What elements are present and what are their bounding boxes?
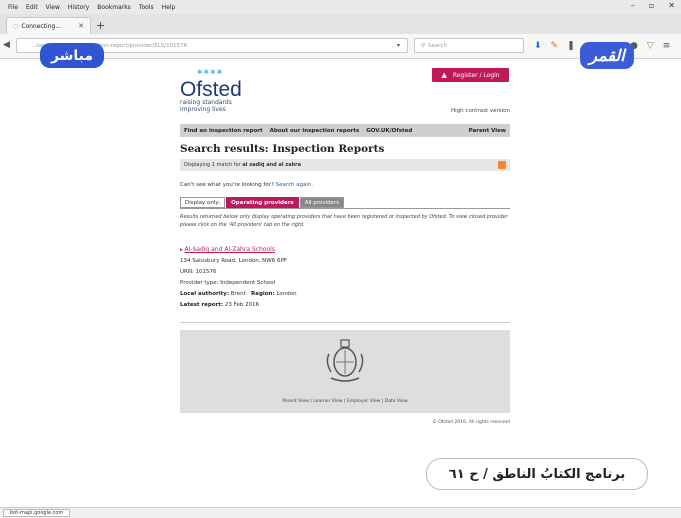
result-urn: URN: 101576	[180, 269, 217, 275]
menu-view[interactable]: View	[46, 4, 60, 11]
screen: File Edit View History Bookmarks Tools H…	[0, 0, 681, 518]
channel-logo: القمر	[580, 42, 634, 69]
status-url: bot-mapi.google.com	[3, 509, 71, 517]
region-value: London	[276, 291, 297, 297]
authority-label: Local authority:	[180, 291, 230, 297]
result-latest-line: Latest report: 23 Feb 2016	[180, 300, 297, 311]
browser-tab[interactable]: ◌ Connecting... ✕	[6, 17, 91, 34]
browser-tabbar: ◌ Connecting... ✕ +	[0, 14, 681, 34]
tagline-line-1: raising standards	[180, 99, 232, 106]
result-bullet-icon: ▸	[180, 247, 183, 253]
result-address: 134 Salusbury Road, London, NW6 6PF	[180, 258, 287, 264]
results-count: Displaying 1 match for	[184, 162, 241, 168]
tab-operating-providers[interactable]: Operating providers	[226, 197, 299, 208]
nav-gov-uk[interactable]: GOV.UK/Ofsted	[366, 128, 412, 134]
shield-icon[interactable]: ▽	[647, 41, 654, 51]
addon-icon[interactable]: ✎	[551, 41, 559, 51]
provider-tabs: Display only: Operating providers All pr…	[180, 197, 345, 208]
search-result: ▸ Al-Sadiq and Al-Zahra Schools 134 Salu…	[180, 244, 297, 311]
user-icon: ▲	[441, 71, 447, 79]
nav-parent-view[interactable]: Parent View	[469, 128, 506, 134]
browser-menubar: File Edit View History Bookmarks Tools H…	[0, 0, 681, 14]
new-tab-icon[interactable]: +	[96, 19, 105, 32]
search-again-line: Can't see what you're looking for? Searc…	[180, 182, 313, 188]
latest-label: Latest report:	[180, 302, 224, 308]
browser-statusbar: bot-mapi.google.com	[0, 507, 681, 518]
maximize-icon[interactable]: ▫	[649, 1, 654, 10]
minimize-icon[interactable]: –	[631, 1, 635, 10]
toolbar-icons: ⬇ ✎ ❚	[534, 41, 575, 51]
hamburger-menu-icon[interactable]: ≡	[663, 41, 671, 51]
tab-close-icon[interactable]: ✕	[78, 22, 84, 30]
toolbar-icons-right: ● ▽ ≡	[630, 41, 670, 51]
menu-bookmarks[interactable]: Bookmarks	[97, 4, 131, 11]
nav-find-report[interactable]: Find an inspection report	[184, 128, 263, 134]
content-divider	[180, 322, 510, 323]
menu-file[interactable]: File	[8, 4, 18, 11]
tagline-line-2: improving lives	[180, 106, 226, 113]
results-query: al sadiq and al zahra	[242, 162, 301, 168]
results-description: Results returned below only display oper…	[180, 214, 508, 228]
result-authority-line: Local authority: Brent Region: London	[180, 289, 297, 300]
main-nav: Find an inspection report About our insp…	[180, 124, 510, 137]
page-footer: Parent View | Learner View | Employer Vi…	[180, 330, 510, 413]
ofsted-tagline: raising standards improving lives	[180, 99, 240, 113]
register-label: Register / Login	[452, 71, 500, 79]
high-contrast-link[interactable]: High contrast version	[448, 108, 510, 114]
register-login-button[interactable]: ▲ Register / Login	[432, 68, 509, 82]
download-icon[interactable]: ⬇	[534, 41, 542, 51]
menu-edit[interactable]: Edit	[26, 4, 38, 11]
page-title: Search results: Inspection Reports	[180, 143, 385, 155]
program-caption: برنامج الكتابُ الناطق / ح ٦١	[426, 458, 648, 490]
search-again-link[interactable]: Search again.	[276, 182, 314, 188]
ofsted-stars-icon: ✶✶✶✶	[196, 68, 223, 78]
search-placeholder: Search	[428, 42, 447, 49]
menu-tools[interactable]: Tools	[139, 4, 154, 11]
back-icon[interactable]: ◀	[3, 40, 10, 50]
result-provider-type: Provider type: Independent School	[180, 280, 276, 286]
footer-links[interactable]: Parent View | Learner View | Employer Vi…	[180, 399, 510, 404]
result-name-link[interactable]: Al-Sadiq and Al-Zahra Schools	[185, 246, 275, 253]
menu-history[interactable]: History	[68, 4, 89, 11]
loading-icon: ◌	[13, 22, 19, 30]
nav-about-reports[interactable]: About our inspection reports	[270, 128, 360, 134]
region-label: Region:	[250, 291, 275, 297]
bookmark-icon[interactable]: ❚	[567, 41, 575, 51]
latest-value: 23 Feb 2016	[224, 302, 260, 308]
cant-see-text: Can't see what you're looking for?	[180, 182, 274, 188]
live-badge: مباشر	[40, 43, 104, 68]
tabs-divider	[180, 208, 510, 209]
authority-value: Brent	[230, 291, 246, 297]
rss-icon[interactable]	[498, 161, 506, 169]
search-input[interactable]: ⚲ Search	[414, 38, 524, 53]
close-icon[interactable]: ✕	[668, 1, 675, 10]
copyright-text: © Ofsted 2016. All rights reserved	[432, 420, 510, 425]
menu-help[interactable]: Help	[162, 4, 176, 11]
window-controls: – ▫ ✕	[631, 1, 675, 10]
tab-all-providers[interactable]: All providers	[299, 197, 345, 208]
results-summary-bar: Displaying 1 match for al sadiq and al z…	[180, 159, 510, 171]
tab-display-only: Display only:	[180, 197, 226, 208]
tab-title: Connecting...	[21, 22, 62, 30]
search-icon: ⚲	[421, 42, 426, 49]
url-dropdown-icon[interactable]: ▾	[397, 42, 400, 49]
royal-crest-icon	[326, 339, 364, 382]
